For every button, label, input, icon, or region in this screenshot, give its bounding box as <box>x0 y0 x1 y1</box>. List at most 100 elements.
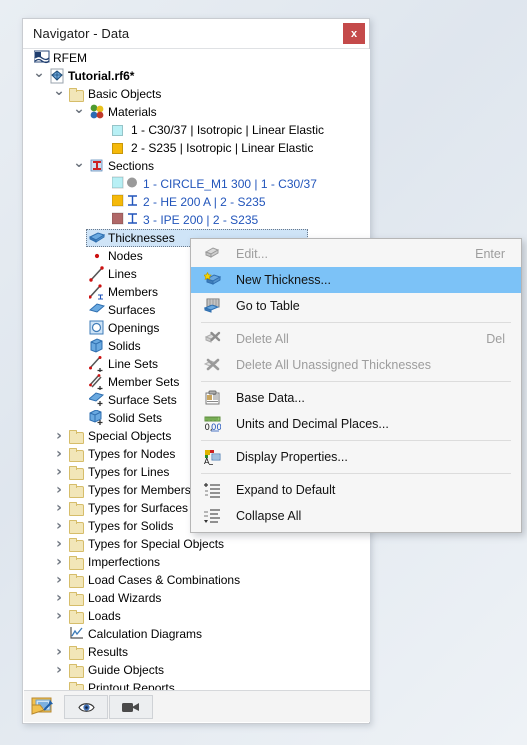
tree-item-results[interactable]: Results <box>24 643 370 661</box>
menu-separator <box>201 473 511 474</box>
line-icon <box>89 266 105 282</box>
folder-icon <box>69 556 84 570</box>
tree-item-calculation-diagrams[interactable]: Calculation Diagrams <box>24 625 370 643</box>
tree-item-label: Calculation Diagrams <box>88 627 203 641</box>
chevron-down-icon[interactable] <box>32 67 46 85</box>
tree-item-load-cases-combinations[interactable]: Load Cases & Combinations <box>24 571 370 589</box>
tree-item-sections[interactable]: Sections <box>24 157 370 175</box>
menu-item-edit: Edit... Enter <box>191 241 521 267</box>
chevron-right-icon[interactable] <box>52 535 66 553</box>
surface-set-icon <box>89 392 105 408</box>
chevron-right-icon[interactable] <box>52 589 66 607</box>
folder-icon <box>69 448 84 462</box>
tree-item-materials[interactable]: Materials <box>24 103 370 121</box>
tree-item-3-ipe-200-2-s235[interactable]: 3 - IPE 200 | 2 - S235 <box>24 211 370 229</box>
tree-item-label: 2 - S235 | Isotropic | Linear Elastic <box>131 141 314 155</box>
menu-item-go-to-table[interactable]: Go to Table <box>191 293 521 319</box>
tree-item-label: Load Wizards <box>88 591 162 605</box>
chevron-right-icon[interactable] <box>52 481 66 499</box>
menu-item-label: Go to Table <box>236 299 300 313</box>
menu-item-display-properties[interactable]: A Display Properties... <box>191 444 521 470</box>
menu-item-expand-to-default[interactable]: Expand to Default <box>191 477 521 503</box>
tree-item-loads[interactable]: Loads <box>24 607 370 625</box>
eye-icon <box>77 701 95 714</box>
delete-unassigned-icon <box>204 357 221 374</box>
tree-item-label: Basic Objects <box>88 87 162 101</box>
chevron-right-icon[interactable] <box>52 427 66 445</box>
tab-visibilities[interactable] <box>64 695 108 719</box>
tree-item-label: 2 - HE 200 A | 2 - S235 <box>143 195 266 209</box>
folder-icon <box>69 646 84 660</box>
menu-separator <box>201 440 511 441</box>
tree-item-label: 1 - C30/37 | Isotropic | Linear Elastic <box>131 123 324 137</box>
tree-item-label: Types for Solids <box>88 519 174 533</box>
solid-set-icon <box>89 410 105 426</box>
menu-item-units-and-decimal-places[interactable]: 0, 00 Units and Decimal Places... <box>191 411 521 437</box>
tree-item-label: RFEM <box>53 51 87 65</box>
folder-icon <box>69 574 84 588</box>
tree-item-label: 1 - CIRCLE_M1 300 | 1 - C30/37 <box>143 177 317 191</box>
chevron-right-icon[interactable] <box>52 517 66 535</box>
line-set-icon <box>89 356 105 372</box>
solid-icon <box>89 338 105 354</box>
chevron-right-icon[interactable] <box>52 463 66 481</box>
chevron-down-icon[interactable] <box>72 157 86 175</box>
navigator-data-icon[interactable] <box>30 696 54 718</box>
window-title: Navigator - Data <box>33 26 130 41</box>
tree-item-label: Special Objects <box>88 429 172 443</box>
model-icon <box>49 68 65 84</box>
folder-icon <box>69 520 84 534</box>
tree-item-label: Imperfections <box>88 555 161 569</box>
tree-item-guide-objects[interactable]: Guide Objects <box>24 661 370 679</box>
chevron-down-icon[interactable] <box>72 103 86 121</box>
chevron-right-icon[interactable] <box>52 499 66 517</box>
menu-item-label: Delete All Unassigned Thicknesses <box>236 358 432 372</box>
menu-item-label: Units and Decimal Places... <box>236 417 389 431</box>
video-camera-icon <box>122 701 140 713</box>
folder-icon <box>69 664 84 678</box>
tree-item-1-circle-m1-300-1-c30-37[interactable]: 1 - CIRCLE_M1 300 | 1 - C30/37 <box>24 175 370 193</box>
chevron-right-icon[interactable] <box>52 553 66 571</box>
tree-item-label: Types for Members <box>88 483 191 497</box>
tree-item-types-for-special-objects[interactable]: Types for Special Objects <box>24 535 370 553</box>
surface-icon <box>89 302 105 318</box>
tree-item-1-c30-37-isotropic-linear-elastic[interactable]: 1 - C30/37 | Isotropic | Linear Elastic <box>24 121 370 139</box>
tree-item-load-wizards[interactable]: Load Wizards <box>24 589 370 607</box>
folder-icon <box>69 610 84 624</box>
tree-item-tutorial-rf6[interactable]: Tutorial.rf6* <box>24 67 370 85</box>
chevron-right-icon[interactable] <box>52 607 66 625</box>
menu-item-label: Delete All <box>236 332 289 346</box>
tree-item-2-he-200-a-2-s235[interactable]: 2 - HE 200 A | 2 - S235 <box>24 193 370 211</box>
tree-item-label: Results <box>88 645 129 659</box>
units-decimal-icon: 0, 00 <box>204 416 221 433</box>
base-data-icon <box>204 390 221 407</box>
chevron-right-icon[interactable] <box>52 661 66 679</box>
tab-views[interactable] <box>109 695 153 719</box>
tree-item-imperfections[interactable]: Imperfections <box>24 553 370 571</box>
menu-separator <box>201 322 511 323</box>
swatch-amber-icon <box>112 143 123 154</box>
swatch-cyan-circle-icon <box>112 176 140 192</box>
tree-item-label: Member Sets <box>108 375 180 389</box>
chevron-right-icon[interactable] <box>52 643 66 661</box>
close-button[interactable]: x <box>343 23 365 44</box>
menu-item-collapse-all[interactable]: Collapse All <box>191 503 521 529</box>
folder-icon <box>69 538 84 552</box>
tree-item-label: Lines <box>108 267 137 281</box>
sections-icon <box>89 158 105 174</box>
swatch-cyan-icon <box>112 125 123 136</box>
tree-item-label: Nodes <box>108 249 143 263</box>
collapse-icon <box>204 508 221 525</box>
menu-item-base-data[interactable]: Base Data... <box>191 385 521 411</box>
tree-item-label: 3 - IPE 200 | 2 - S235 <box>143 213 259 227</box>
chevron-down-icon[interactable] <box>52 85 66 103</box>
tree-item-label: Line Sets <box>108 357 159 371</box>
tree-item-rfem[interactable]: RFEM <box>24 49 370 67</box>
chevron-right-icon[interactable] <box>52 445 66 463</box>
tree-item-label: Tutorial.rf6* <box>68 69 135 83</box>
go-to-table-icon <box>204 298 221 315</box>
menu-item-new-thickness[interactable]: New Thickness... <box>191 267 521 293</box>
chevron-right-icon[interactable] <box>52 571 66 589</box>
context-menu[interactable]: Edit... Enter New Thickness... Go to Table D… <box>190 238 522 533</box>
tree-item-label: Load Cases & Combinations <box>88 573 241 587</box>
